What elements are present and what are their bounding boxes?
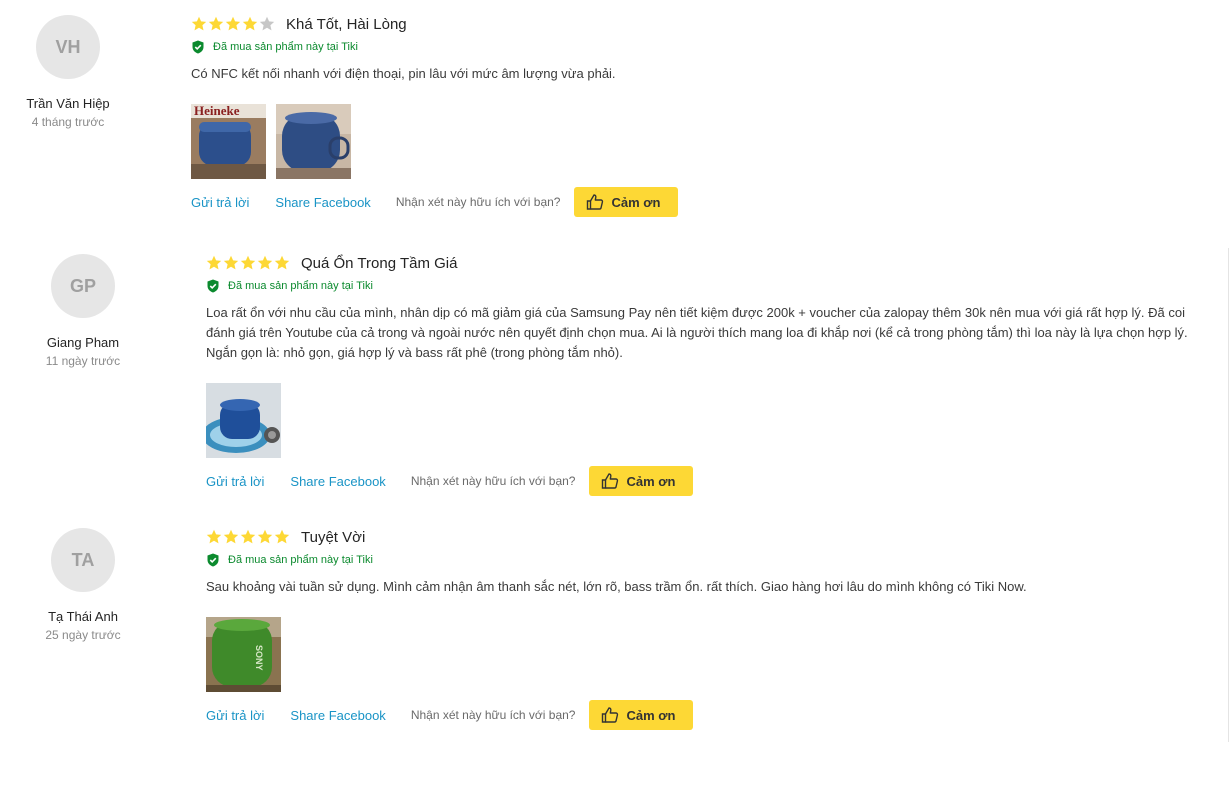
panel-edge — [1228, 248, 1229, 742]
useful-question: Nhận xét này hữu ích với bạn? — [410, 708, 576, 722]
star-filled-icon — [240, 255, 256, 270]
reply-link[interactable]: Gửi trả lời — [206, 474, 264, 489]
thanks-label: Cảm ơn — [611, 194, 661, 210]
review-time: 25 ngày trước — [45, 628, 121, 642]
useful-question: Nhận xét này hữu ích với bạn? — [395, 195, 561, 209]
star-filled-icon — [223, 529, 239, 544]
star-filled-icon — [223, 255, 239, 270]
review-photos: Heineke — [191, 104, 1191, 179]
review-content: Sau khoảng vài tuần sử dụng. Mình cảm nh… — [206, 579, 1027, 594]
review-title: Khá Tốt, Hài Lòng — [286, 15, 407, 33]
star-filled-icon — [242, 16, 258, 31]
thumbs-up-icon — [587, 194, 604, 210]
review-body: Khá Tốt, Hài Lòng Đã mua sản phẩm này tạ… — [191, 14, 1191, 217]
review-photo[interactable]: Heineke — [191, 104, 266, 179]
share-facebook-link[interactable]: Share Facebook — [275, 195, 370, 210]
user-name: Trần Văn Hiệp — [26, 96, 110, 111]
avatar: VH — [36, 15, 100, 79]
star-filled-icon — [274, 255, 290, 270]
thanks-button[interactable]: Cảm ơn — [589, 466, 694, 496]
avatar: TA — [51, 528, 115, 592]
verified-shield-icon — [207, 279, 219, 293]
review-list: VH Trần Văn Hiệp 4 tháng trước Khá Tốt, … — [0, 0, 1231, 800]
avatar: GP — [51, 254, 115, 318]
verified-purchase-label: Đã mua sản phẩm này tại Tiki — [213, 41, 358, 53]
share-facebook-link[interactable]: Share Facebook — [290, 474, 385, 489]
review-body: Quá Ổn Trong Tầm Giá Đã mua sản phẩm này… — [206, 253, 1206, 496]
verified-purchase-label: Đã mua sản phẩm này tại Tiki — [228, 280, 373, 292]
review-content: Có NFC kết nối nhanh với điện thoại, pin… — [191, 66, 616, 81]
star-filled-icon — [206, 255, 222, 270]
review-user: TA Tạ Thái Anh 25 ngày trước — [13, 528, 153, 642]
star-filled-icon — [208, 16, 224, 31]
review-photo[interactable]: SONY — [206, 617, 281, 692]
review-actions: Gửi trả lời Share Facebook Nhận xét này … — [191, 187, 1191, 217]
star-empty-icon — [259, 16, 275, 31]
thanks-button[interactable]: Cảm ơn — [589, 700, 694, 730]
review-title: Tuyệt Vời — [301, 528, 366, 546]
rating-stars — [206, 529, 290, 545]
star-filled-icon — [191, 16, 207, 31]
user-name: Giang Pham — [46, 335, 120, 350]
share-facebook-link[interactable]: Share Facebook — [290, 708, 385, 723]
review-photo[interactable] — [276, 104, 351, 179]
review-photos: SONY — [206, 617, 1206, 692]
thanks-label: Cảm ơn — [626, 473, 676, 489]
review-user: GP Giang Pham 11 ngày trước — [13, 254, 153, 368]
review-user: VH Trần Văn Hiệp 4 tháng trước — [0, 15, 138, 129]
svg-text:Heineke: Heineke — [194, 104, 240, 118]
thumbs-up-icon — [602, 707, 619, 723]
review-time: 11 ngày trước — [45, 354, 121, 368]
rating-stars — [191, 16, 275, 32]
review-photo[interactable] — [206, 383, 281, 458]
rating-stars — [206, 255, 290, 271]
thanks-button[interactable]: Cảm ơn — [574, 187, 679, 217]
review-body: Tuyệt Vời Đã mua sản phẩm này tại Tiki S… — [206, 527, 1206, 730]
review-time: 4 tháng trước — [31, 115, 105, 129]
svg-text:SONY: SONY — [254, 645, 264, 671]
star-filled-icon — [206, 529, 222, 544]
reply-link[interactable]: Gửi trả lời — [191, 195, 249, 210]
star-filled-icon — [257, 255, 273, 270]
verified-shield-icon — [192, 40, 204, 54]
review-title: Quá Ổn Trong Tầm Giá — [301, 254, 458, 272]
review-actions: Gửi trả lời Share Facebook Nhận xét này … — [206, 700, 1206, 730]
star-filled-icon — [257, 529, 273, 544]
useful-question: Nhận xét này hữu ích với bạn? — [410, 474, 576, 488]
verified-shield-icon — [207, 553, 219, 567]
star-filled-icon — [240, 529, 256, 544]
review-actions: Gửi trả lời Share Facebook Nhận xét này … — [206, 466, 1206, 496]
verified-purchase-label: Đã mua sản phẩm này tại Tiki — [228, 554, 373, 566]
review-content: Loa rất ổn với nhu cầu của mình, nhân dị… — [206, 305, 1188, 360]
thumbs-up-icon — [602, 473, 619, 489]
star-filled-icon — [274, 529, 290, 544]
star-filled-icon — [225, 16, 241, 31]
review-photos — [206, 383, 1206, 458]
reply-link[interactable]: Gửi trả lời — [206, 708, 264, 723]
user-name: Tạ Thái Anh — [48, 609, 118, 624]
thanks-label: Cảm ơn — [626, 707, 676, 723]
